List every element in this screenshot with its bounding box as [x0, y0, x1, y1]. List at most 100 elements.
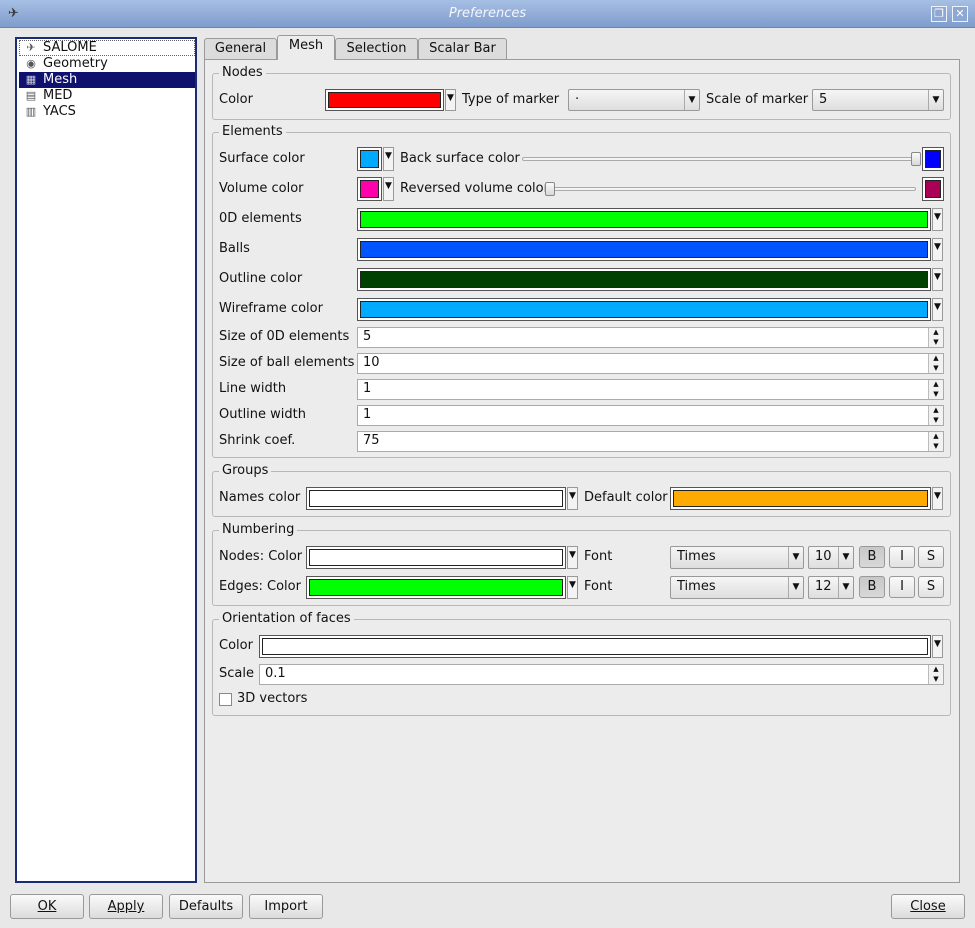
- spin-down-icon[interactable]: ▼: [928, 441, 943, 451]
- 0d-elements-color-dropdown[interactable]: ▼: [932, 208, 943, 231]
- reversed-volume-slider-track[interactable]: [550, 187, 916, 191]
- tree-item-label: Geometry: [43, 56, 108, 71]
- reversed-volume-slider-handle[interactable]: [545, 182, 555, 196]
- size-0d-label: Size of 0D elements: [219, 329, 350, 344]
- edges-font-family-select[interactable]: Times ▼: [670, 576, 804, 599]
- wireframe-color-dropdown[interactable]: ▼: [932, 298, 943, 321]
- spin-up-icon[interactable]: ▲: [928, 432, 943, 442]
- nodes-font-family-select[interactable]: Times ▼: [670, 546, 804, 569]
- names-color-button[interactable]: [306, 487, 566, 510]
- wireframe-color-button[interactable]: [357, 298, 931, 321]
- nodes-color-label: Color: [219, 92, 253, 107]
- spin-down-icon[interactable]: ▼: [928, 674, 943, 684]
- outline-width-spinbox[interactable]: 1 ▲ ▼: [357, 405, 944, 426]
- tab-general[interactable]: General: [204, 38, 277, 59]
- edges-italic-toggle[interactable]: I: [889, 576, 915, 598]
- restore-button[interactable]: ❐: [931, 6, 947, 22]
- apply-button[interactable]: Apply: [89, 894, 163, 919]
- edges-bold-toggle[interactable]: B: [859, 576, 885, 598]
- spin-down-icon[interactable]: ▼: [928, 389, 943, 399]
- tree-item-label: YACS: [43, 104, 76, 119]
- surface-color-button[interactable]: [357, 147, 382, 171]
- orientation-color-button[interactable]: [259, 635, 931, 658]
- type-of-marker-value: ·: [575, 92, 580, 107]
- nodes-color-button[interactable]: [325, 89, 444, 111]
- tab-selection[interactable]: Selection: [335, 38, 418, 59]
- close-button[interactable]: Close: [891, 894, 965, 919]
- orientation-color-dropdown[interactable]: ▼: [932, 635, 943, 658]
- spin-up-icon[interactable]: ▲: [928, 328, 943, 338]
- nodes-shadow-toggle[interactable]: S: [918, 546, 944, 568]
- size-0d-spinbox[interactable]: 5 ▲ ▼: [357, 327, 944, 348]
- size-ball-value: 10: [363, 355, 380, 370]
- tree-item-yacs[interactable]: ▥ YACS: [19, 104, 195, 120]
- default-color-dropdown[interactable]: ▼: [932, 487, 943, 510]
- back-surface-color-label: Back surface color: [400, 151, 520, 166]
- section-tree[interactable]: ✈ SALOME ◉ Geometry ▦ Mesh ▤ MED ▥ YACS: [15, 37, 197, 883]
- spin-up-icon[interactable]: ▲: [928, 665, 943, 675]
- balls-color-button[interactable]: [357, 238, 931, 261]
- orientation-color-swatch: [262, 638, 928, 655]
- line-width-spinbox[interactable]: 1 ▲ ▼: [357, 379, 944, 400]
- 0d-elements-color-button[interactable]: [357, 208, 931, 231]
- volume-color-button[interactable]: [357, 177, 382, 201]
- chevron-down-icon: ▼: [838, 547, 853, 568]
- nodes-numbering-color-dropdown[interactable]: ▼: [567, 546, 578, 569]
- type-of-marker-select[interactable]: · ▼: [568, 89, 700, 111]
- back-surface-color-button[interactable]: [922, 147, 944, 171]
- spin-down-icon[interactable]: ▼: [928, 337, 943, 347]
- nodes-color-dropdown[interactable]: ▼: [445, 89, 456, 111]
- shrink-coef-spinbox[interactable]: 75 ▲ ▼: [357, 431, 944, 452]
- tab-mesh[interactable]: Mesh: [277, 35, 335, 60]
- spin-down-icon[interactable]: ▼: [928, 415, 943, 425]
- spin-up-icon[interactable]: ▲: [928, 406, 943, 416]
- 0d-elements-color-swatch: [360, 211, 928, 228]
- tree-item-mesh[interactable]: ▦ Mesh: [19, 72, 195, 88]
- nodes-numbering-color-button[interactable]: [306, 546, 566, 569]
- 3d-vectors-checkbox[interactable]: [219, 693, 232, 706]
- orientation-scale-spinbox[interactable]: 0.1 ▲ ▼: [259, 664, 944, 685]
- default-color-button[interactable]: [670, 487, 931, 510]
- reversed-volume-color-button[interactable]: [922, 177, 944, 201]
- geometry-icon: ◉: [26, 57, 36, 70]
- nodes-numbering-color-label: Nodes: Color: [219, 549, 303, 564]
- tab-scalar-bar[interactable]: Scalar Bar: [418, 38, 507, 59]
- back-surface-slider-handle[interactable]: [911, 152, 921, 166]
- edges-numbering-color-dropdown[interactable]: ▼: [567, 576, 578, 599]
- back-surface-slider-track[interactable]: [522, 157, 916, 161]
- outline-color-button[interactable]: [357, 268, 931, 291]
- nodes-italic-toggle[interactable]: I: [889, 546, 915, 568]
- defaults-button[interactable]: Defaults: [169, 894, 243, 919]
- spin-down-icon[interactable]: ▼: [928, 363, 943, 373]
- nodes-font-size-select[interactable]: 10 ▼: [808, 546, 854, 569]
- spin-up-icon[interactable]: ▲: [928, 380, 943, 390]
- names-color-label: Names color: [219, 490, 301, 505]
- balls-color-dropdown[interactable]: ▼: [932, 238, 943, 261]
- edges-font-label: Font: [584, 579, 613, 594]
- size-0d-value: 5: [363, 329, 372, 344]
- names-color-dropdown[interactable]: ▼: [567, 487, 578, 510]
- tree-item-geometry[interactable]: ◉ Geometry: [19, 56, 195, 72]
- surface-color-dropdown[interactable]: ▼: [383, 147, 394, 171]
- import-button[interactable]: Import: [249, 894, 323, 919]
- volume-color-dropdown[interactable]: ▼: [383, 177, 394, 201]
- orientation-scale-label: Scale: [219, 666, 254, 681]
- back-surface-color-swatch: [925, 150, 941, 168]
- ok-button[interactable]: OK: [10, 894, 84, 919]
- spin-up-icon[interactable]: ▲: [928, 354, 943, 364]
- edges-numbering-color-button[interactable]: [306, 576, 566, 599]
- tree-item-med[interactable]: ▤ MED: [19, 88, 195, 104]
- close-window-button[interactable]: ✕: [952, 6, 968, 22]
- chevron-down-icon: ▼: [838, 577, 853, 598]
- size-ball-spinbox[interactable]: 10 ▲ ▼: [357, 353, 944, 374]
- outline-width-value: 1: [363, 407, 372, 422]
- ok-button-label: OK: [37, 899, 57, 914]
- nodes-bold-toggle[interactable]: B: [859, 546, 885, 568]
- scale-of-marker-select[interactable]: 5 ▼: [812, 89, 944, 111]
- edges-font-size-select[interactable]: 12 ▼: [808, 576, 854, 599]
- outline-color-dropdown[interactable]: ▼: [932, 268, 943, 291]
- edges-shadow-toggle[interactable]: S: [918, 576, 944, 598]
- size-ball-label: Size of ball elements: [219, 355, 355, 370]
- tree-item-salome[interactable]: ✈ SALOME: [19, 40, 195, 56]
- volume-color-label: Volume color: [219, 181, 304, 196]
